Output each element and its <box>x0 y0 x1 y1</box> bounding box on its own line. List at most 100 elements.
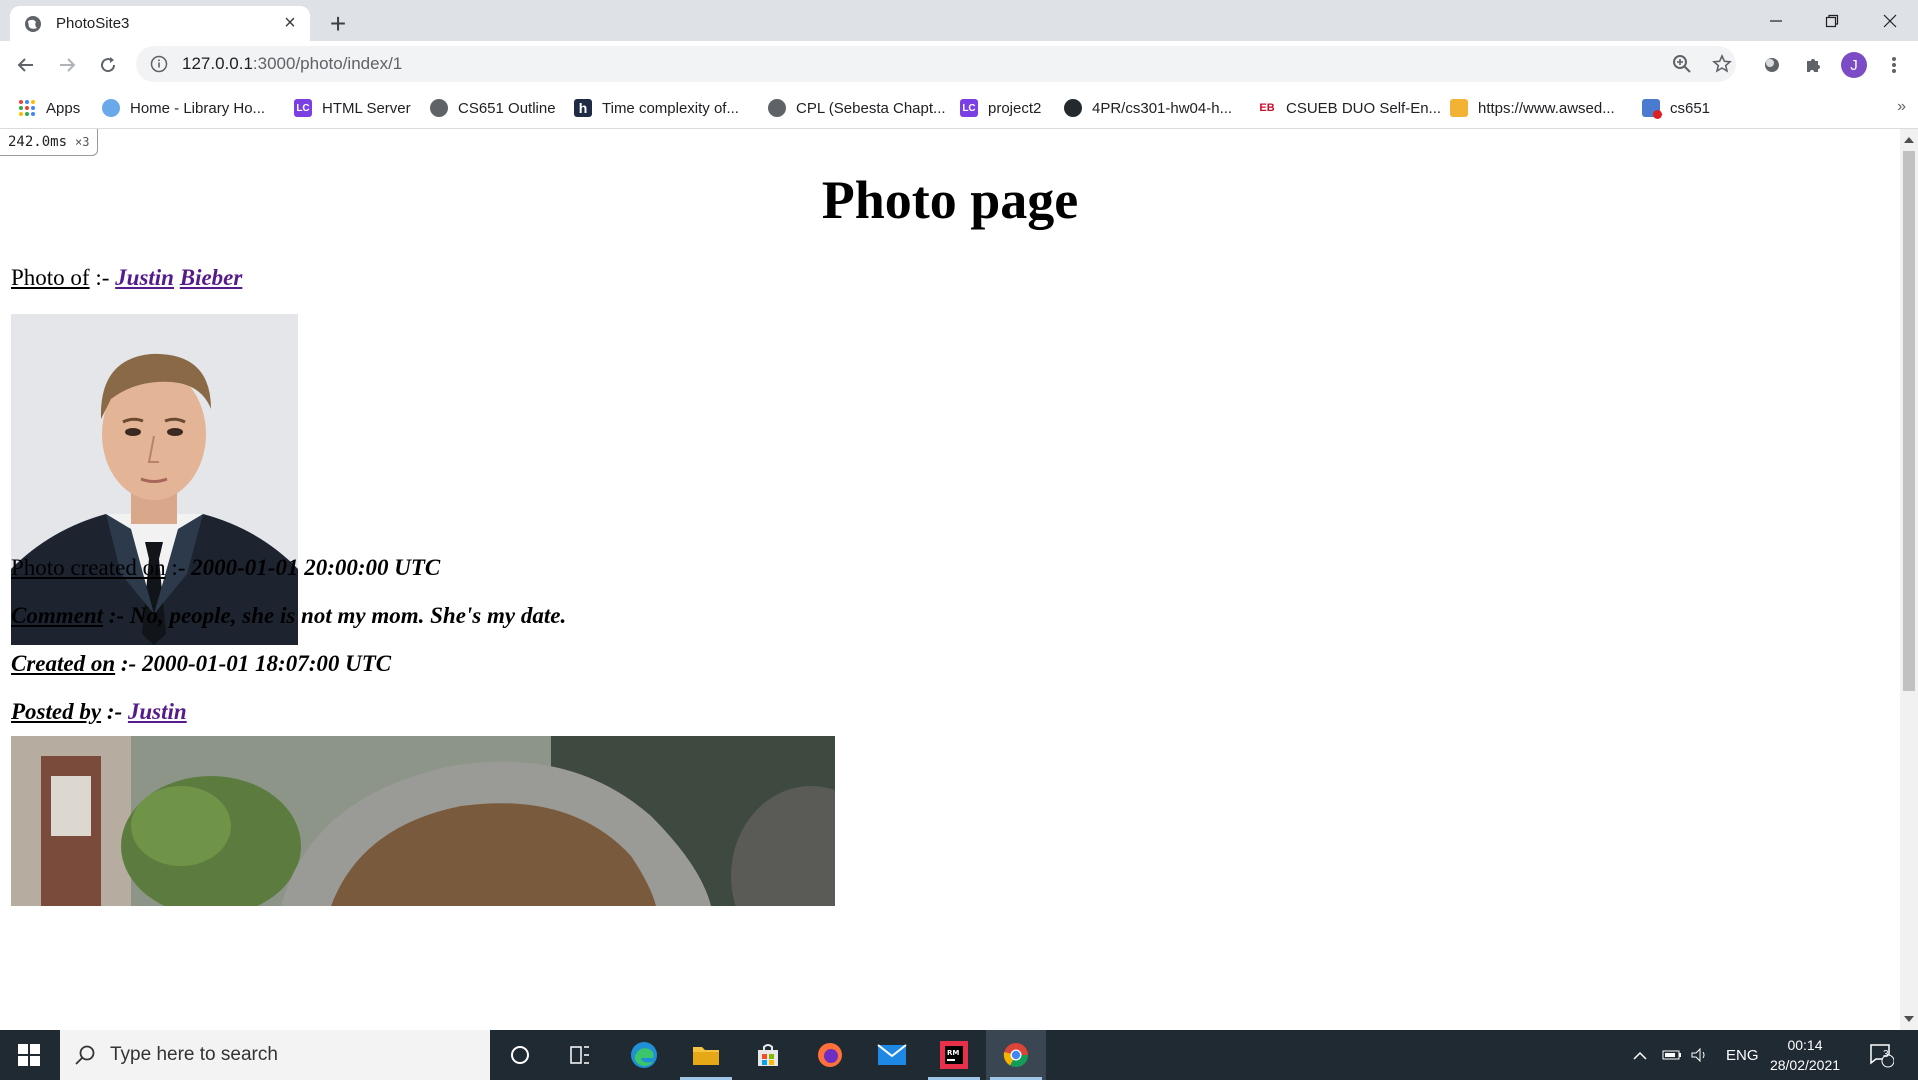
clock-time: 00:14 <box>1787 1037 1823 1053</box>
bookmark-cs651[interactable]: cs651 <box>1642 94 1710 122</box>
url-path: :3000/photo/index/1 <box>252 54 403 73</box>
bookmark-label: Home - Library Ho... <box>130 99 266 117</box>
mail-app[interactable] <box>862 1030 922 1080</box>
bookmark-label: cs651 <box>1670 99 1711 117</box>
taskbar-search[interactable]: Type here to search <box>60 1030 490 1080</box>
scrollbar-thumb[interactable] <box>1903 151 1915 691</box>
volume-control[interactable] <box>1690 1030 1710 1080</box>
bookmarks-bar: Apps Home - Library Ho... LC HTML Server… <box>0 88 1918 129</box>
back-button[interactable] <box>10 49 42 81</box>
bookmark-cs301-hw04[interactable]: 4PR/cs301-hw04-h... <box>1064 94 1232 122</box>
bookmark-label: 4PR/cs301-hw04-h... <box>1092 99 1233 117</box>
tab-photosite3[interactable]: PhotoSite3 × <box>10 6 310 41</box>
bookmark-cs651-outline[interactable]: CS651 Outline <box>430 94 556 122</box>
car-selfie-image <box>11 736 835 906</box>
extension-button[interactable] <box>1756 49 1788 81</box>
speaker-icon <box>1691 1047 1705 1063</box>
bookmarks-overflow-button[interactable]: » <box>1897 98 1906 116</box>
page-title: Photo page <box>821 170 1079 230</box>
comment-photo <box>11 736 835 906</box>
action-center-button[interactable]: 3 <box>1868 1030 1894 1080</box>
comment-text: No, people, she is not my mom. She's my … <box>129 603 567 628</box>
bookmark-star-button[interactable] <box>1704 46 1740 82</box>
battery-icon <box>1662 1050 1681 1060</box>
posted-by-link[interactable]: Justin <box>128 699 187 724</box>
store-app[interactable] <box>738 1030 798 1080</box>
forward-button[interactable] <box>51 49 83 81</box>
arrow-right-icon <box>60 58 76 72</box>
user-first-name-link[interactable]: Justin <box>115 265 174 290</box>
notification-count: 3 <box>1883 1049 1889 1060</box>
page-scrollbar[interactable] <box>1900 129 1918 1030</box>
extensions-menu-button[interactable] <box>1797 49 1829 81</box>
minimize-button[interactable] <box>1748 0 1804 41</box>
tab-title: PhotoSite3 <box>56 15 130 32</box>
system-clock[interactable]: 00:14 28/02/2021 <box>1760 1035 1850 1075</box>
bookmark-label: Apps <box>46 99 81 117</box>
task-view-button[interactable] <box>550 1030 610 1080</box>
restore-button[interactable] <box>1804 0 1860 41</box>
scroll-up-arrow-icon[interactable] <box>1904 137 1914 143</box>
edge-icon <box>631 1042 657 1068</box>
notification-icon <box>1642 99 1662 119</box>
new-tab-button[interactable]: + <box>322 8 354 40</box>
firefox-icon <box>818 1043 842 1067</box>
arrow-left-icon <box>17 58 33 72</box>
bookmark-time-complexity[interactable]: h Time complexity of... <box>574 94 739 122</box>
input-language[interactable]: ENG <box>1726 1030 1759 1080</box>
created-on-label: Created on <box>11 651 116 676</box>
window-close-button[interactable] <box>1862 0 1918 41</box>
github-icon <box>1064 99 1082 117</box>
scroll-down-arrow-icon[interactable] <box>1904 1016 1914 1022</box>
browser-toolbar: 127.0.0.1:3000/photo/index/1 J <box>0 41 1918 88</box>
close-icon <box>1883 14 1897 27</box>
address-bar[interactable]: 127.0.0.1:3000/photo/index/1 <box>136 46 1736 82</box>
bookmark-label: HTML Server <box>322 99 411 117</box>
info-icon[interactable] <box>150 55 168 73</box>
browser-menu-button[interactable] <box>1878 49 1910 81</box>
kebab-menu-icon <box>1892 57 1896 73</box>
portrait-image <box>11 314 298 645</box>
store-bag-icon <box>758 1044 778 1066</box>
bookmark-project2[interactable]: LC project2 <box>960 94 1041 122</box>
cortana-button[interactable] <box>490 1030 550 1080</box>
eb-icon: EB <box>1258 99 1276 117</box>
user-last-name-link[interactable]: Bieber <box>180 265 243 290</box>
url-host: 127.0.0.1 <box>182 54 253 73</box>
zoom-button[interactable] <box>1664 46 1700 82</box>
separator: :- <box>115 651 142 676</box>
windows-logo-icon <box>18 1044 40 1066</box>
start-button[interactable] <box>0 1030 58 1080</box>
globe-icon <box>430 99 448 117</box>
bookmark-csueb-duo[interactable]: EB CSUEB DUO Self-En... <box>1258 94 1441 122</box>
bookmark-label: CSUEB DUO Self-En... <box>1286 99 1442 117</box>
chrome-app[interactable] <box>986 1030 1046 1080</box>
battery-status[interactable] <box>1662 1030 1682 1080</box>
reload-button[interactable] <box>92 49 124 81</box>
rubymine-icon: RM <box>940 1041 968 1069</box>
bookmark-awsed[interactable]: https://www.awsed... <box>1450 94 1615 122</box>
file-explorer-app[interactable] <box>676 1030 736 1080</box>
chevron-up-icon <box>1633 1051 1647 1060</box>
notification-icon <box>1870 1044 1894 1068</box>
show-hidden-icons-button[interactable] <box>1632 1030 1648 1080</box>
bookmark-apps[interactable]: Apps <box>18 94 80 122</box>
comment-line: Comment :- No, people, she is not my mom… <box>11 603 566 629</box>
created-on-line: Created on :- 2000-01-01 18:07:00 UTC <box>11 651 391 677</box>
search-icon <box>75 1045 95 1065</box>
firefox-app[interactable] <box>800 1030 860 1080</box>
bookmark-home-library[interactable]: Home - Library Ho... <box>102 94 265 122</box>
bookmark-cpl[interactable]: CPL (Sebesta Chapt... <box>768 94 946 122</box>
profile-button[interactable]: J <box>1838 49 1870 81</box>
separator: :- <box>165 555 192 580</box>
close-icon[interactable]: × <box>278 12 302 36</box>
rubymine-app[interactable]: RM <box>924 1030 984 1080</box>
bookmark-html-server[interactable]: LC HTML Server <box>294 94 411 122</box>
perf-multiplier: ×3 <box>75 135 90 149</box>
reload-icon <box>101 57 116 73</box>
extension-circle-icon <box>1765 58 1779 72</box>
mail-icon <box>877 1044 907 1065</box>
clock-date: 28/02/2021 <box>1769 1057 1841 1073</box>
edge-app[interactable] <box>614 1030 674 1080</box>
task-view-icon <box>570 1046 589 1064</box>
